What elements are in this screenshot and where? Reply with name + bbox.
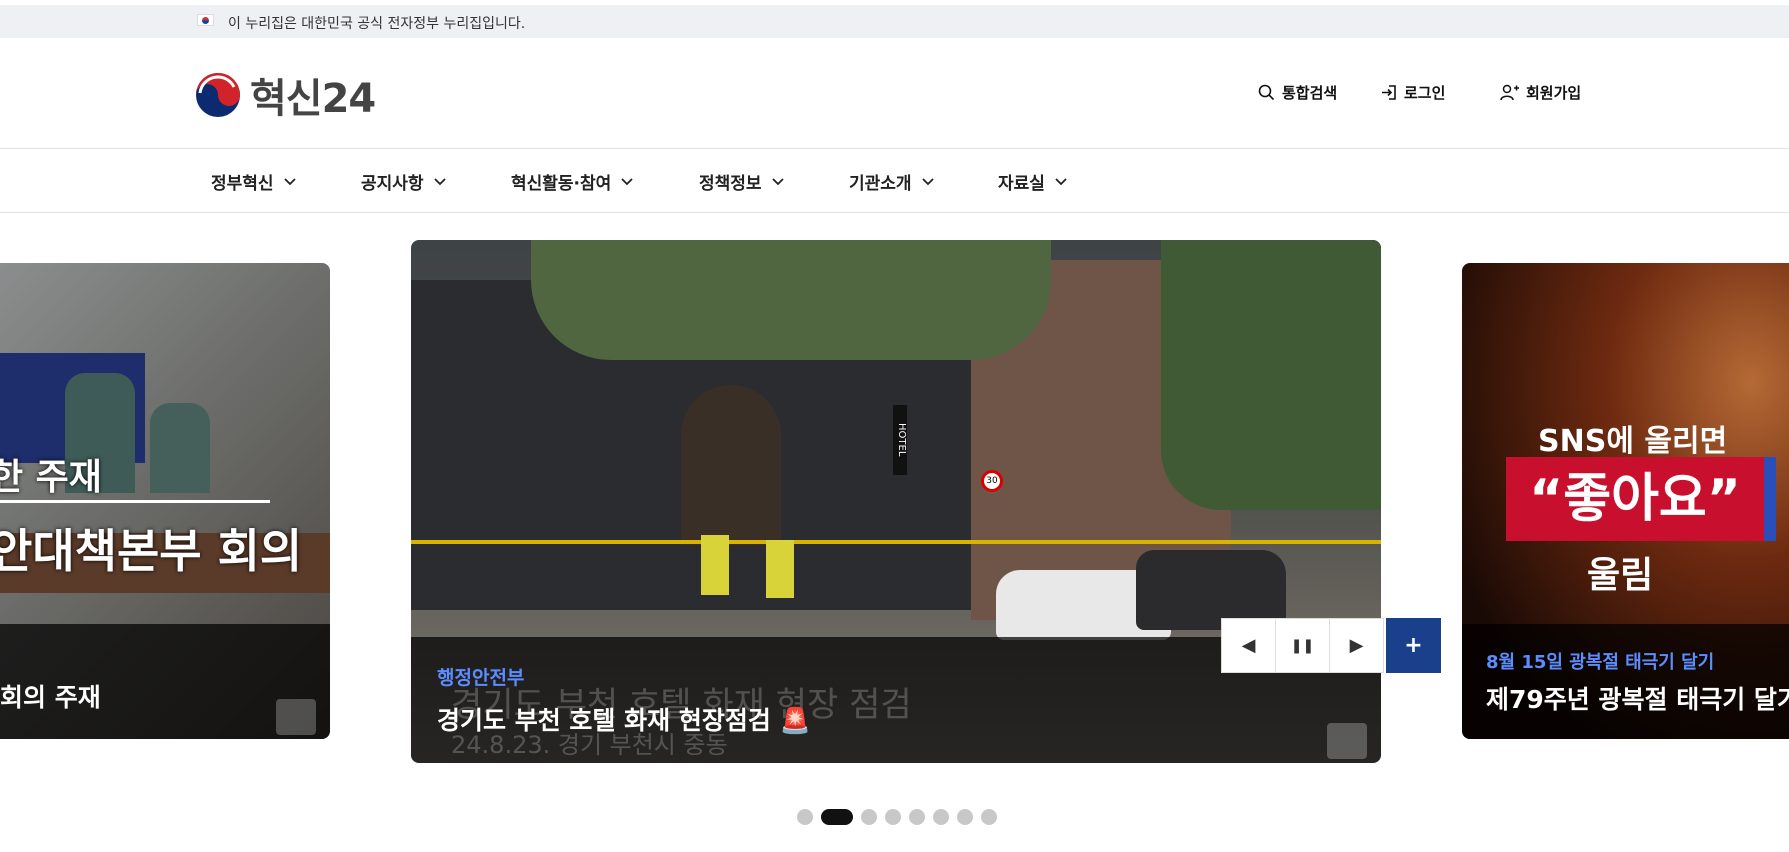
slide-caption: 회의 주재	[0, 624, 330, 739]
integrated-search-label: 통합검색	[1282, 84, 1338, 102]
plus-icon: +	[1404, 633, 1423, 658]
carousel-more-button[interactable]: +	[1386, 618, 1441, 673]
signup-link[interactable]: 회원가입	[1500, 82, 1581, 103]
chevron-down-icon	[771, 177, 784, 185]
pagination-dot[interactable]	[957, 809, 973, 825]
logo-text: 혁신24	[250, 76, 376, 122]
carousel-pause-button[interactable]: ❚❚	[1275, 618, 1330, 673]
slide-overlay-text: 안대책본부 회의	[0, 524, 303, 578]
taegeuk-logo-icon	[196, 73, 240, 117]
overlay-underline	[0, 500, 270, 503]
slide-caption: 8월 15일 광복절 태극기 달기 제79주년 광복절 태극기 달기	[1462, 624, 1789, 739]
signup-label: 회원가입	[1526, 84, 1582, 102]
nav-item-label: 정부혁신	[211, 174, 274, 194]
site-header: 혁신24 통합검색 로그인 회원가입	[0, 38, 1789, 149]
chevron-down-icon	[1055, 177, 1067, 185]
gov-banner-text: 이 누리집은 대한민국 공식 전자정부 누리집입니다.	[228, 16, 526, 32]
slide-caption-title: 회의 주재	[0, 683, 101, 712]
nav-item-notices[interactable]: 공지사항	[361, 169, 446, 194]
hotel-sign: HOTEL	[893, 405, 907, 475]
pagination-dot[interactable]	[885, 809, 901, 825]
person-figure	[150, 403, 210, 493]
pagination-dot[interactable]	[797, 809, 813, 825]
carousel-slide-next[interactable]: SNS에 올리면 “좋아요” 울림 8월 15일 광복절 태극기 달기 제79주…	[1462, 263, 1789, 739]
nav-item-label: 기관소개	[849, 174, 912, 194]
carousel-pagination	[797, 809, 1005, 825]
slide-caption-title: 경기도 부천 호텔 화재 현장점검 🚨	[437, 706, 811, 735]
slide-caption-org: 행정안전부	[437, 667, 525, 689]
carousel-next-button[interactable]: ▶	[1329, 618, 1384, 673]
login-link[interactable]: 로그인	[1380, 82, 1445, 103]
officer-figure	[701, 535, 729, 595]
user-plus-icon	[1500, 84, 1519, 101]
pagination-dot[interactable]	[909, 809, 925, 825]
carousel-slide-prev[interactable]: 한 주재 안대책본부 회의 회의 주재	[0, 263, 330, 739]
korea-flag-icon	[197, 14, 214, 26]
pagination-dot[interactable]	[933, 809, 949, 825]
integrated-search-link[interactable]: 통합검색	[1258, 82, 1337, 103]
nav-item-label: 공지사항	[361, 174, 424, 194]
slide-caption-org: 8월 15일 광복절 태극기 달기	[1486, 652, 1715, 673]
chevron-down-icon	[433, 177, 446, 185]
slide-overlay-quote: “좋아요”	[1506, 457, 1776, 541]
chevron-down-icon	[921, 177, 934, 185]
site-logo[interactable]: 혁신24	[194, 66, 376, 124]
hotel-entrance	[681, 385, 781, 545]
search-icon	[1258, 84, 1275, 101]
slide-overlay-text: 울림	[1587, 555, 1654, 596]
prev-arrow-icon: ◀	[1241, 635, 1256, 656]
login-icon	[1382, 85, 1396, 100]
tree-foliage	[531, 240, 1051, 360]
carousel-prev-button[interactable]: ◀	[1221, 618, 1276, 673]
nav-item-activities[interactable]: 혁신활동·참여	[511, 169, 633, 194]
pagination-dot[interactable]	[821, 809, 853, 825]
pagination-dot[interactable]	[861, 809, 877, 825]
slide-overlay-text: 한 주재	[0, 457, 102, 498]
main-navigation: 정부혁신 공지사항 혁신활동·참여 정책정보 기관소개 자료실	[0, 149, 1789, 213]
gov-watermark-icon	[276, 699, 316, 735]
carousel-slide-active[interactable]: HOTEL 30 경기도 부천 호텔 화재 현장 점검 24.8.23. 경기 …	[411, 240, 1381, 763]
chevron-down-icon	[621, 177, 633, 185]
police-tape	[411, 540, 1381, 544]
pause-icon: ❚❚	[1290, 637, 1315, 654]
chevron-down-icon	[283, 177, 296, 185]
nav-item-policy-info[interactable]: 정책정보	[699, 169, 784, 194]
nav-item-label: 혁신활동·참여	[511, 174, 612, 194]
tree-foliage	[1161, 240, 1381, 510]
speed-limit-sign: 30	[981, 470, 1003, 492]
login-label: 로그인	[1404, 84, 1446, 102]
nav-item-about[interactable]: 기관소개	[849, 169, 934, 194]
gov-watermark-icon	[1327, 723, 1367, 759]
nav-item-label: 정책정보	[699, 174, 762, 194]
next-arrow-icon: ▶	[1349, 635, 1364, 656]
slide-overlay-text: SNS에 올리면	[1538, 424, 1728, 459]
nav-item-label: 자료실	[998, 174, 1045, 194]
nav-item-library[interactable]: 자료실	[998, 169, 1067, 194]
nav-item-gov-innovation[interactable]: 정부혁신	[211, 169, 296, 194]
slide-caption-title: 제79주년 광복절 태극기 달기	[1486, 685, 1789, 714]
gov-banner: 이 누리집은 대한민국 공식 전자정부 누리집입니다.	[0, 5, 1789, 38]
pagination-dot[interactable]	[981, 809, 997, 825]
officer-figure	[766, 540, 794, 598]
